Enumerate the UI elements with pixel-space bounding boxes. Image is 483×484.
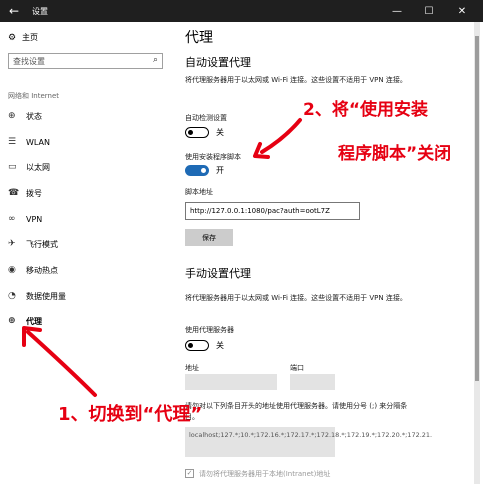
manual-proxy-desc: 将代理服务器用于以太网或 Wi-Fi 连接。这些设置不适用于 VPN 连接。: [185, 294, 407, 302]
setup-script-state: 开: [216, 166, 224, 175]
gear-icon: ⚙: [8, 32, 17, 43]
annotation-step2-line1: 2、将“使用安装: [303, 100, 429, 120]
use-proxy-label: 使用代理服务器: [185, 326, 234, 334]
globe-icon: ⊕: [8, 111, 16, 121]
title-bar: ← 设置 — ☐ ✕: [0, 0, 483, 22]
maximize-button[interactable]: ☐: [412, 0, 446, 22]
sidebar-item-status[interactable]: ⊕ 状态: [8, 109, 42, 123]
sidebar-item-label: 代理: [26, 316, 42, 326]
toggle-knob: [188, 342, 193, 348]
sidebar-item-ethernet[interactable]: ▭ 以太网: [8, 160, 50, 174]
bypass-local-checkbox[interactable]: ✓: [185, 469, 194, 478]
save-button[interactable]: 保存: [185, 229, 233, 246]
search-input[interactable]: 查找设置 ⌕: [8, 53, 163, 69]
sidebar-item-label: WLAN: [26, 137, 51, 147]
proxy-address-input[interactable]: [185, 374, 277, 390]
close-button[interactable]: ✕: [445, 0, 479, 22]
sidebar-item-label: 飞行模式: [26, 239, 58, 249]
sidebar-item-airplane[interactable]: ✈ 飞行模式: [8, 237, 58, 251]
search-placeholder: 查找设置: [13, 57, 45, 66]
hotspot-icon: ◉: [8, 265, 16, 275]
home-nav-item[interactable]: ⚙ 主页: [8, 32, 38, 43]
window-title: 设置: [32, 6, 48, 16]
proxy-address-label: 地址: [185, 364, 199, 372]
home-label: 主页: [22, 33, 38, 42]
auto-proxy-desc: 将代理服务器用于以太网或 Wi-Fi 连接。这些设置不适用于 VPN 连接。: [185, 76, 407, 84]
bypass-local-label: 请勿将代理服务器用于本地(Intranet)地址: [199, 470, 331, 478]
manual-proxy-title: 手动设置代理: [185, 267, 251, 280]
sidebar-item-proxy[interactable]: ⊕ 代理: [8, 314, 42, 328]
wifi-icon: ☰: [8, 137, 17, 147]
sidebar-item-wlan[interactable]: ☰ WLAN: [8, 135, 50, 149]
search-icon: ⌕: [152, 55, 158, 65]
auto-detect-label: 自动检测设置: [185, 114, 227, 122]
annotation-step1: 1、切换到“代理”: [58, 404, 203, 425]
sidebar-item-label: 数据使用量: [26, 291, 66, 301]
sidebar-item-label: VPN: [26, 214, 43, 224]
page-title: 代理: [185, 30, 213, 46]
auto-detect-toggle[interactable]: [185, 127, 209, 138]
exceptions-desc: 请勿对以下列条目开头的地址使用代理服务器。请使用分号 (;) 来分隔条目。: [185, 402, 408, 421]
minimize-icon: —: [392, 5, 402, 17]
proxy-port-label: 端口: [290, 364, 304, 372]
sidebar-item-label: 状态: [26, 111, 42, 121]
airplane-icon: ✈: [8, 239, 16, 249]
exceptions-textarea[interactable]: localhost;127.*;10.*;172.16.*;172.17.*;1…: [185, 427, 432, 457]
sidebar-item-data-usage[interactable]: ◔ 数据使用量: [8, 289, 66, 303]
script-address-label: 脚本地址: [185, 188, 213, 196]
toggle-knob: [188, 129, 193, 135]
sidebar-item-label: 移动热点: [26, 265, 58, 275]
sidebar-item-hotspot[interactable]: ◉ 移动热点: [8, 263, 58, 277]
vpn-icon: ∞: [8, 214, 16, 224]
ethernet-icon: ▭: [8, 162, 17, 172]
checkmark-icon: ✓: [186, 469, 193, 477]
scrollbar-thumb[interactable]: [475, 36, 479, 381]
proxy-port-input[interactable]: [290, 374, 335, 390]
minimize-button[interactable]: —: [380, 0, 414, 22]
toggle-knob: [201, 168, 206, 173]
use-proxy-state: 关: [216, 341, 224, 350]
script-address-input[interactable]: http://127.0.0.1:1080/pac?auth=ootL7Z: [185, 202, 360, 220]
sidebar-item-vpn[interactable]: ∞ VPN: [8, 212, 42, 226]
annotation-step2-line2: 程序脚本”关闭: [338, 144, 452, 164]
close-icon: ✕: [457, 5, 467, 17]
maximize-icon: ☐: [424, 5, 434, 17]
nav-group-label: 网络和 Internet: [8, 92, 60, 100]
auto-detect-state: 关: [216, 128, 224, 137]
sidebar-item-label: 拨号: [26, 188, 42, 198]
sidebar-item-label: 以太网: [26, 162, 50, 172]
back-button[interactable]: ←: [0, 0, 28, 22]
setup-script-toggle[interactable]: [185, 165, 209, 176]
auto-proxy-title: 自动设置代理: [185, 56, 251, 69]
main-panel: 代理 自动设置代理 将代理服务器用于以太网或 Wi-Fi 连接。这些设置不适用于…: [185, 22, 480, 484]
back-arrow-icon: ←: [8, 4, 20, 18]
phone-icon: ☎: [8, 188, 20, 198]
sidebar-item-dialup[interactable]: ☎ 拨号: [8, 186, 42, 200]
setup-script-label: 使用安装程序脚本: [185, 153, 241, 161]
globe-icon: ⊕: [8, 316, 16, 326]
use-proxy-toggle[interactable]: [185, 340, 209, 351]
data-usage-icon: ◔: [8, 291, 16, 301]
